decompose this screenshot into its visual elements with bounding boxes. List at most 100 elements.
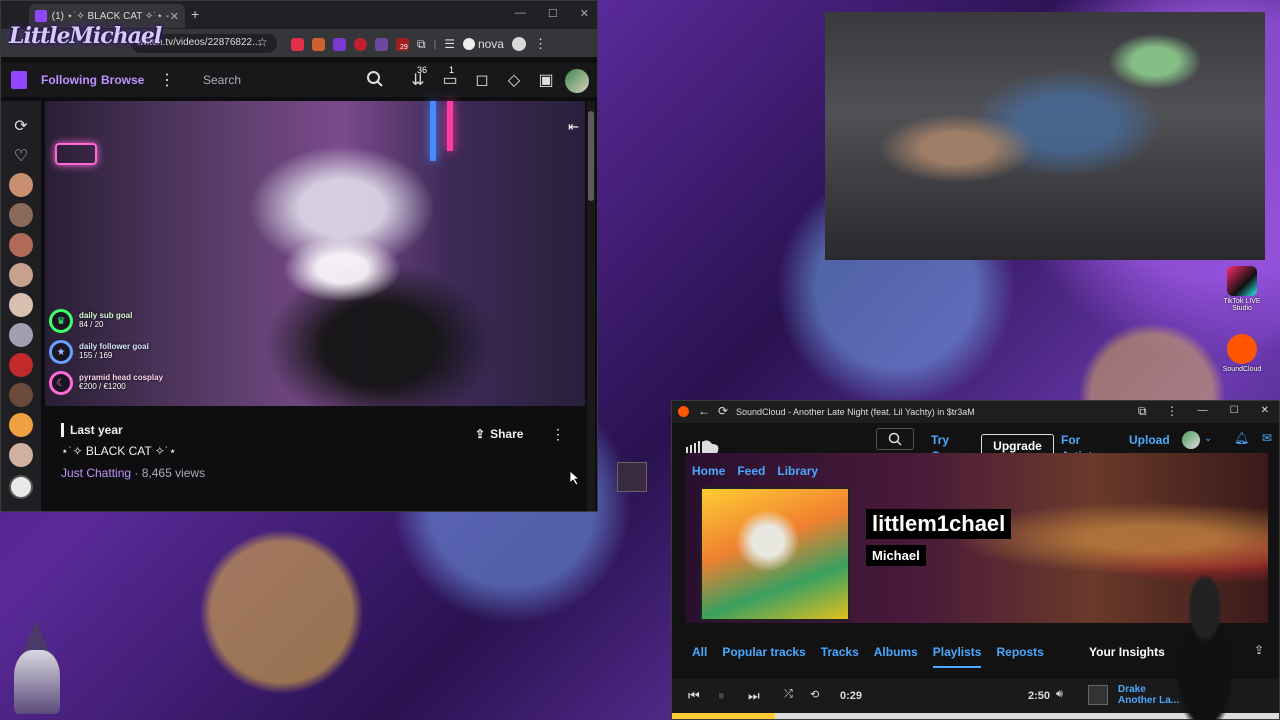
- more-options-icon[interactable]: ⋮: [551, 426, 565, 443]
- channel-avatar[interactable]: [9, 173, 33, 197]
- whispers-icon[interactable]: ◻: [473, 71, 491, 89]
- stream-goals: ♛ daily sub goal 84 / 20 ★ daily followe…: [49, 309, 163, 402]
- goal-value: 84 / 20: [79, 320, 104, 329]
- extension-icon[interactable]: [312, 37, 325, 51]
- profile-icon[interactable]: [511, 37, 526, 51]
- category-link[interactable]: Just Chatting: [61, 466, 131, 480]
- bits-icon[interactable]: ▣: [537, 71, 555, 89]
- video-player[interactable]: ⇤ ♛ daily sub goal 84 / 20 ★ daily follo…: [45, 101, 585, 406]
- extension-icon[interactable]: [375, 37, 388, 51]
- divider: |: [433, 38, 437, 50]
- twitch-logo-icon[interactable]: [11, 71, 27, 89]
- extensions-row: 29 ⧉ | ☰ nova ⋮: [291, 36, 547, 52]
- prime-icon[interactable]: ◇: [505, 71, 523, 89]
- maximize-icon[interactable]: ☐: [548, 7, 558, 20]
- menu-icon[interactable]: ⋮: [1166, 404, 1178, 418]
- nova-label: nova: [477, 37, 504, 51]
- share-button[interactable]: ⇪ Share: [475, 427, 523, 441]
- desktop-shortcut-icon[interactable]: [617, 462, 647, 492]
- scrollbar[interactable]: [587, 101, 595, 511]
- nav-following[interactable]: Following: [41, 73, 97, 87]
- upload-link[interactable]: Upload: [1129, 433, 1170, 449]
- nav-browse[interactable]: Browse: [101, 73, 144, 87]
- channel-avatar[interactable]: [9, 353, 33, 377]
- crown-icon: ♛: [49, 309, 73, 333]
- goal-value: 155 / 169: [79, 351, 113, 360]
- nav-feed[interactable]: Feed: [737, 464, 765, 478]
- heart-icon[interactable]: ♡: [12, 147, 30, 165]
- repeat-icon[interactable]: ⟲: [810, 688, 819, 701]
- user-avatar[interactable]: [565, 69, 589, 93]
- bell-icon[interactable]: 🔔︎: [1234, 431, 1249, 445]
- desktop-shortcut-tiktok[interactable]: TikTok LIVE Studio: [1222, 266, 1262, 312]
- user-avatar[interactable]: [1182, 431, 1200, 449]
- tab-reposts[interactable]: Reposts: [996, 645, 1043, 668]
- browser-menu-icon[interactable]: ⋮: [534, 36, 547, 52]
- close-tab-icon[interactable]: ✕: [170, 10, 179, 23]
- previous-icon[interactable]: ⏮︎: [688, 688, 700, 704]
- back-arrow-icon[interactable]: ←: [698, 404, 710, 418]
- extension-icon[interactable]: [291, 37, 304, 51]
- search-button[interactable]: [876, 428, 914, 450]
- close-window-icon[interactable]: ✕: [580, 7, 589, 20]
- nav-library[interactable]: Library: [777, 464, 818, 478]
- search-icon: [888, 432, 902, 446]
- search-icon[interactable]: [365, 69, 385, 89]
- reading-list-icon[interactable]: ☰: [444, 37, 455, 51]
- extension-icon[interactable]: 29: [396, 37, 409, 51]
- inbox-icon[interactable]: ▭ 1: [441, 65, 459, 89]
- channel-avatar[interactable]: [9, 233, 33, 257]
- webcam-overlay: [825, 12, 1265, 260]
- shuffle-icon[interactable]: ⤮: [784, 688, 793, 701]
- mail-icon[interactable]: ✉: [1262, 431, 1272, 445]
- tab-all[interactable]: All: [692, 645, 707, 668]
- extension-icon[interactable]: [354, 37, 367, 51]
- soundcloud-icon: [1227, 334, 1257, 364]
- twitch-favicon-icon: [35, 10, 47, 22]
- activity-icon[interactable]: ⇊ 36: [409, 65, 427, 89]
- mouse-cursor-icon: [570, 471, 580, 485]
- goal-item: ♛ daily sub goal 84 / 20: [49, 309, 163, 333]
- elapsed-time: 0:29: [840, 690, 863, 702]
- extensions-icon[interactable]: ⧉: [1138, 404, 1147, 419]
- bookmark-star-icon[interactable]: ☆: [257, 35, 268, 49]
- maximize-icon[interactable]: ☐: [1230, 405, 1239, 416]
- recommended-icon[interactable]: ⟳: [12, 117, 30, 135]
- channel-avatar[interactable]: [9, 443, 33, 467]
- tab-playlists[interactable]: Playlists: [932, 645, 982, 668]
- close-window-icon[interactable]: ✕: [1261, 405, 1269, 416]
- next-icon[interactable]: ⏭︎: [748, 688, 760, 704]
- reload-icon[interactable]: ⟳: [718, 404, 728, 418]
- more-icon[interactable]: ⋮: [159, 70, 175, 90]
- channel-avatar[interactable]: [9, 383, 33, 407]
- tab-albums[interactable]: Albums: [874, 645, 918, 668]
- share-label: Share: [490, 427, 524, 441]
- channel-avatar[interactable]: [9, 203, 33, 227]
- channel-avatar[interactable]: [9, 475, 33, 499]
- collapse-icon[interactable]: ⇤: [568, 119, 579, 135]
- scrollbar-thumb[interactable]: [588, 111, 594, 201]
- volume-icon[interactable]: 🔊︎: [1056, 688, 1063, 701]
- search-input[interactable]: Search: [203, 73, 241, 87]
- new-tab-icon[interactable]: +: [191, 6, 199, 22]
- pause-icon[interactable]: ⏸︎: [718, 688, 725, 704]
- minimize-icon[interactable]: —: [1198, 405, 1208, 416]
- channel-avatar[interactable]: [9, 263, 33, 287]
- tab-popular-tracks[interactable]: Popular tracks: [722, 645, 805, 668]
- nav-home[interactable]: Home: [692, 464, 725, 478]
- chevron-down-icon[interactable]: ⌄: [1204, 433, 1212, 444]
- tab-tracks[interactable]: Tracks: [821, 645, 859, 668]
- profile-username: littlem1chael: [866, 509, 1012, 539]
- tab-title: (1) ⋆˙✧ BLACK CAT ✧˙⋆ - Twitch: [51, 10, 170, 22]
- extension-icon[interactable]: [333, 37, 346, 51]
- window-controls: — ☐ ✕: [515, 7, 589, 20]
- minimize-icon[interactable]: —: [515, 7, 526, 20]
- channel-avatar[interactable]: [9, 293, 33, 317]
- puzzle-icon[interactable]: ⧉: [417, 37, 426, 52]
- channel-avatar[interactable]: [9, 413, 33, 437]
- nova-extension[interactable]: nova: [462, 37, 504, 51]
- progress-fill: [672, 713, 776, 719]
- now-playing-artwork[interactable]: [1088, 685, 1108, 705]
- channel-avatar[interactable]: [9, 323, 33, 347]
- desktop-shortcut-soundcloud[interactable]: SoundCloud: [1222, 334, 1262, 373]
